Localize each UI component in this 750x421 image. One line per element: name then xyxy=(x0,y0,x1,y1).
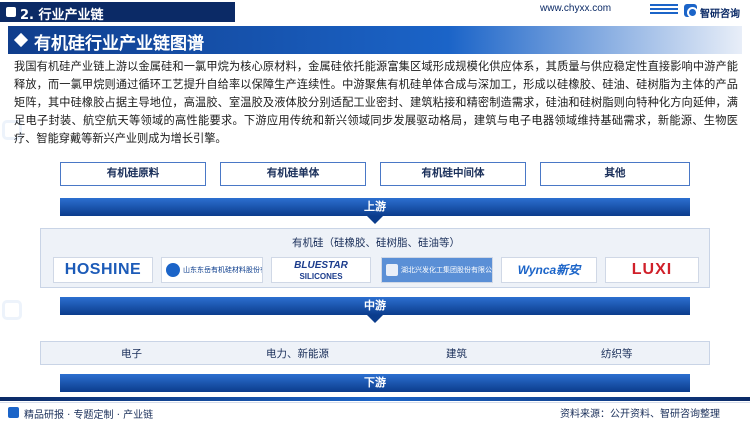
bluestar-sub: SILICONES xyxy=(299,272,343,281)
brand-name: 智研咨询 xyxy=(700,9,740,20)
section-tab: 2. 行业产业链 xyxy=(0,2,235,23)
downstream-item: 电子 xyxy=(121,348,142,360)
downstream-item: 电力、新能源 xyxy=(266,348,329,360)
midstream-panel: 有机硅（硅橡胶、硅树脂、硅油等） HOSHINE 山东东岳有机硅材料股份有限公司… xyxy=(40,228,710,288)
midstream-products-label: 有机硅（硅橡胶、硅树脂、硅油等） xyxy=(292,237,460,249)
watermark-icon xyxy=(2,120,26,144)
title-banner: 有机硅行业产业链图谱 xyxy=(8,26,742,54)
diamond-icon xyxy=(13,32,29,48)
footer-band xyxy=(0,397,750,401)
footer-logo-icon xyxy=(8,407,19,418)
down-arrow-icon xyxy=(367,216,383,224)
hoshine-logo: HOSHINE xyxy=(53,257,153,283)
brand-logo-icon xyxy=(684,4,698,18)
upstream-item: 其他 xyxy=(540,162,690,186)
upstream-stage-bar: 上游 xyxy=(60,198,690,216)
xingfa-logo: 湖北兴发化工集团股份有限公司 xyxy=(381,257,493,283)
luxi-logo: LUXI xyxy=(605,257,699,283)
upstream-item: 有机硅中间体 xyxy=(380,162,526,186)
downstream-items: 电子 电力、新能源 建筑 纺织等 xyxy=(40,341,710,365)
xingfa-name: 湖北兴发化工集团股份有限公司 xyxy=(401,266,493,274)
watermark-icon xyxy=(2,300,26,324)
down-arrow-icon xyxy=(367,315,383,323)
upstream-item: 有机硅原料 xyxy=(60,162,206,186)
bluestar-logo: BLUESTAR SILICONES xyxy=(271,257,371,283)
top-header: 2. 行业产业链 www.chyxx.com 智研咨询 xyxy=(0,0,750,24)
dongyue-logo: 山东东岳有机硅材料股份有限公司 xyxy=(161,257,263,283)
brand: 智研咨询 xyxy=(684,2,746,20)
site-url[interactable]: www.chyxx.com xyxy=(540,3,611,14)
downstream-stage-bar: 下游 xyxy=(60,374,690,392)
downstream-item: 纺织等 xyxy=(601,348,633,360)
dongyue-mark-icon xyxy=(166,263,180,277)
page-title: 有机硅行业产业链图谱 xyxy=(34,34,204,54)
upstream-items: 有机硅原料 有机硅单体 有机硅中间体 其他 xyxy=(60,162,690,186)
section-marker-icon xyxy=(6,7,16,17)
bluestar-name: BLUESTAR xyxy=(294,260,348,271)
footer: 精品研报 · 专题定制 · 产业链 资料来源：公开资料、智研咨询整理 xyxy=(0,402,750,421)
stripes-decoration-icon xyxy=(650,4,678,16)
upstream-item: 有机硅单体 xyxy=(220,162,366,186)
wynca-logo: Wynca新安 xyxy=(501,257,597,283)
footer-tagline: 精品研报 · 专题定制 · 产业链 xyxy=(24,410,154,421)
section-label: 2. 行业产业链 xyxy=(20,8,104,23)
source-note: 资料来源：公开资料、智研咨询整理 xyxy=(560,409,720,420)
downstream-item: 建筑 xyxy=(446,348,467,360)
midstream-stage-bar: 中游 xyxy=(60,297,690,315)
intro-paragraph: 我国有机硅产业链上游以金属硅和一氯甲烷为核心原材料，金属硅依托能源富集区域形成规… xyxy=(14,60,738,145)
dongyue-name: 山东东岳有机硅材料股份有限公司 xyxy=(183,266,262,274)
xingfa-mark-icon xyxy=(386,264,398,276)
